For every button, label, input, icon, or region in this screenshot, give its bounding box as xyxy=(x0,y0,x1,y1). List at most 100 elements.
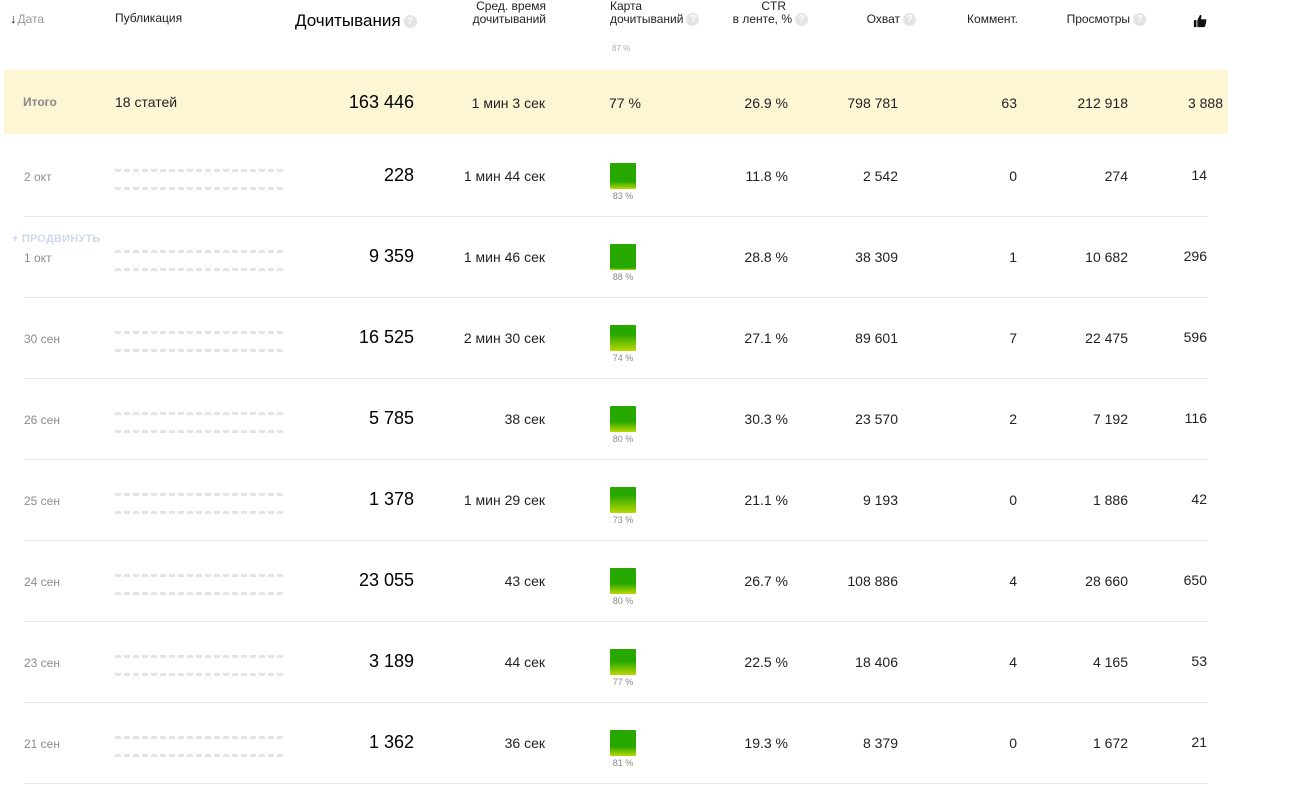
row-reach: 38 309 xyxy=(855,249,898,265)
row-publication-title[interactable]: 5 знаков Зодиака,которые не верят ... xyxy=(115,644,285,680)
table-row[interactable]: 24 сен Знакам Зодиакастоит быть вниматель… xyxy=(24,541,1208,622)
sort-arrow-down-icon[interactable]: ↓ xyxy=(10,11,17,26)
row-ctr: 30.3 % xyxy=(744,411,788,427)
table-row[interactable]: 23 сен 5 знаков Зодиака,которые не верят … xyxy=(24,622,1208,703)
date-column-header[interactable]: ↓Дата xyxy=(10,12,44,26)
row-views: 4 165 xyxy=(1092,654,1128,670)
title-line-1[interactable]: Любовный гороскоп с xyxy=(115,482,285,500)
table-row[interactable]: 26 сен 3 знака Зодиака,которым в октябре … xyxy=(24,379,1208,460)
table-header: ↓Дата Публикация Дочитывания? Сред. врем… xyxy=(0,0,1293,60)
thumbs-up-icon[interactable] xyxy=(1193,14,1207,28)
reading-map-chart[interactable] xyxy=(610,487,636,513)
table-row[interactable]: 1 окт Октябрь для знаковжизнь которых изм… xyxy=(24,217,1208,298)
ctr-column-header[interactable]: CTR в ленте, %? xyxy=(728,0,808,27)
row-views: 22 475 xyxy=(1085,330,1128,346)
row-ctr: 28.8 % xyxy=(744,249,788,265)
row-reach: 89 601 xyxy=(855,330,898,346)
title-line-1[interactable]: Октябрь для знаков xyxy=(115,239,285,257)
title-line-2[interactable]: стоит быть внимательнее xyxy=(115,581,285,599)
row-comments: 4 xyxy=(1009,573,1017,589)
reading-map-chart[interactable] xyxy=(610,325,636,351)
row-comments: 2 xyxy=(1009,411,1017,427)
reading-map-percent: 80 % xyxy=(612,596,634,606)
row-publication-title[interactable]: Знаку Зодиака Скорпионстоит приготовитьс… xyxy=(115,158,285,194)
title-line-1[interactable]: 5 зодиакальных xyxy=(115,725,285,743)
reading-map-percent: 81 % xyxy=(612,758,634,768)
reading-map-chart[interactable] xyxy=(610,649,636,675)
row-ctr: 19.3 % xyxy=(744,735,788,751)
row-likes: 14 xyxy=(1191,167,1207,183)
row-avg-time: 43 сек xyxy=(504,573,545,589)
table-row[interactable]: 2 окт Знаку Зодиака Скорпионстоит пригото… xyxy=(24,136,1208,217)
title-line-2[interactable]: которые не верят ... xyxy=(115,662,285,680)
row-reach: 2 542 xyxy=(862,168,898,184)
total-reading-map: 77 % xyxy=(609,95,641,111)
publication-column-header[interactable]: Публикация xyxy=(115,12,182,25)
total-comments: 63 xyxy=(1001,95,1017,111)
row-views: 28 660 xyxy=(1085,573,1128,589)
help-icon[interactable]: ? xyxy=(686,13,700,27)
title-line-1[interactable]: Знаку Зодиака Скорпион xyxy=(115,158,285,176)
title-line-2[interactable]: серьёзный разговор... В... xyxy=(115,338,285,356)
title-line-2[interactable]: жизнь которых изменится xyxy=(115,257,285,275)
reading-map-column-header[interactable]: Карта дочитываний? xyxy=(610,0,700,27)
row-reads: 23 055 xyxy=(358,570,414,590)
table-row[interactable]: 21 сен 5 зодиакальныхкомбинаций В... 1 362… xyxy=(24,703,1208,784)
table-row[interactable]: 30 сен Знаку Овен предстоитсерьёзный разг… xyxy=(24,298,1208,379)
title-line-2[interactable]: Знаки зодиака ... xyxy=(115,500,285,518)
row-likes: 116 xyxy=(1184,410,1207,426)
help-icon[interactable]: ? xyxy=(903,13,916,27)
row-views: 274 xyxy=(1104,168,1128,184)
row-avg-time: 1 мин 46 сек xyxy=(463,249,545,265)
title-line-1[interactable]: 5 знаков Зодиака, xyxy=(115,644,285,662)
row-views: 1 672 xyxy=(1092,735,1128,751)
reading-map-chart[interactable] xyxy=(610,163,636,189)
row-reach: 23 570 xyxy=(855,411,898,427)
row-publication-title[interactable]: Октябрь для знаковжизнь которых изменитс… xyxy=(115,239,285,275)
row-ctr: 22.5 % xyxy=(744,654,788,670)
reading-map-chart[interactable] xyxy=(610,406,636,432)
total-views: 212 918 xyxy=(1077,95,1128,111)
row-date: 1 окт xyxy=(24,251,52,265)
total-avg-time: 1 мин 3 сек xyxy=(471,95,545,111)
row-publication-title[interactable]: Знакам Зодиакастоит быть внимательнее xyxy=(115,563,285,599)
row-reads: 3 189 xyxy=(368,651,414,671)
views-column-header[interactable]: Просмотры? xyxy=(1040,13,1146,27)
row-comments: 0 xyxy=(1009,168,1017,184)
reading-map-chart[interactable] xyxy=(610,244,636,270)
row-publication-title[interactable]: Любовный гороскоп сЗнаки зодиака ... xyxy=(115,482,285,518)
title-line-2[interactable]: комбинаций В... xyxy=(115,743,285,761)
row-avg-time: 1 мин 44 сек xyxy=(463,168,545,184)
row-publication-title[interactable]: 3 знака Зодиака,которым в октябре стои..… xyxy=(115,401,285,437)
title-line-2[interactable]: стоит приготовиться к переменам xyxy=(115,176,285,194)
avg-time-column-header[interactable]: Сред. время дочитываний xyxy=(460,0,546,26)
row-comments: 7 xyxy=(1009,330,1017,346)
row-date: 26 сен xyxy=(24,413,60,427)
row-likes: 596 xyxy=(1183,329,1207,345)
reading-map-percent: 73 % xyxy=(612,515,634,525)
total-reach: 798 781 xyxy=(847,95,898,111)
row-reads: 228 xyxy=(383,165,414,185)
total-ctr: 26.9 % xyxy=(744,95,788,111)
reading-map-chart[interactable] xyxy=(610,568,636,594)
title-line-1[interactable]: Знакам Зодиака xyxy=(115,563,285,581)
comments-column-header[interactable]: Коммент. xyxy=(940,13,1018,26)
title-line-2[interactable]: которым в октябре стои... xyxy=(115,419,285,437)
help-icon[interactable]: ? xyxy=(795,13,808,27)
row-reach: 9 193 xyxy=(862,492,898,508)
row-ctr: 11.8 % xyxy=(745,168,788,184)
row-publication-title[interactable]: 5 зодиакальныхкомбинаций В... xyxy=(115,725,285,761)
title-line-1[interactable]: 3 знака Зодиака, xyxy=(115,401,285,419)
table-row[interactable]: 25 сен Любовный гороскоп сЗнаки зодиака .… xyxy=(24,460,1208,541)
row-publication-title[interactable]: Знаку Овен предстоитсерьёзный разговор..… xyxy=(115,320,285,356)
reach-column-header[interactable]: Охват? xyxy=(830,13,916,27)
row-likes: 650 xyxy=(1183,572,1207,588)
help-icon[interactable]: ? xyxy=(1133,13,1146,27)
row-reads: 9 359 xyxy=(368,246,414,266)
help-icon[interactable]: ? xyxy=(403,15,417,29)
row-likes: 42 xyxy=(1191,491,1207,507)
title-line-1[interactable]: Знаку Овен предстоит xyxy=(115,320,285,338)
row-date: 23 сен xyxy=(24,656,60,670)
reads-column-header[interactable]: Дочитывания? xyxy=(295,11,417,31)
reading-map-chart[interactable] xyxy=(610,730,636,756)
